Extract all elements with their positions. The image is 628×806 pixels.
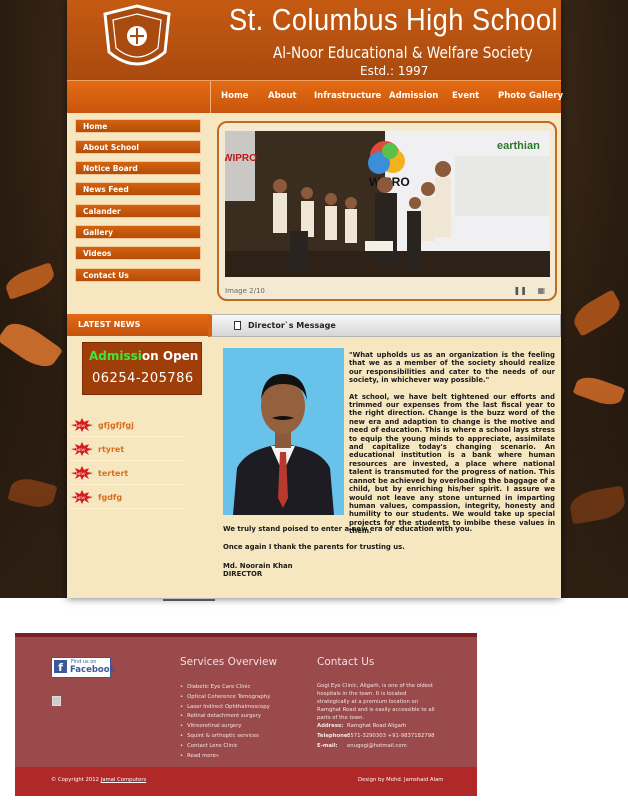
site-footer: f Find us on Facebook Services Overview … [15,633,477,796]
established-year: Estd.: 1997 [360,64,429,78]
service-item[interactable]: Contact Lens Clinic [180,742,270,752]
copyright-text: © Copyright 2012 Jamal Computers [51,777,146,783]
news-item[interactable]: NEW rtyret [71,442,186,461]
school-name: St. Columbus High School [229,2,558,37]
service-item[interactable]: Laser Indirect Ophthalmoscopy [180,703,270,713]
slide-wipro-left-text: WIPRO [225,153,257,164]
design-credit: Design by Mohd. Jamshaid Alam [358,777,444,783]
school-crest-logo [103,4,171,66]
slide-controls: ❚❚ ▦ [513,286,545,295]
admission-title-suffix: on Open [141,349,199,363]
grid-icon[interactable]: ▦ [537,286,545,295]
director-photo [223,348,344,515]
slide-banner-sub: earthian [497,140,540,152]
site-container: St. Columbus High School Al-Noor Educati… [67,0,563,598]
read-more-link[interactable]: Read more» [180,752,270,762]
slide-counter: Image 2/10 [225,287,265,295]
svg-text:NEW: NEW [76,471,86,476]
closing-line-1: We truly stand poised to enter a new era… [223,525,473,533]
facebook-name: Facebook [70,665,116,675]
broken-image-icon [52,696,61,706]
director-title: DIRECTOR [223,570,263,579]
sidebar-item-about-school[interactable]: About School [75,140,201,154]
nav-about[interactable]: About [268,91,297,101]
news-item[interactable]: NEW fgdfg [71,490,186,509]
director-message-closing: We truly stand poised to enter a new era… [223,525,553,579]
email-label: E-mail: [317,743,338,749]
slide-photo: WIPRO WIPRO earthian [225,131,550,277]
admission-banner[interactable]: Admission Open 06254-205786 [82,342,202,395]
slide-photo-scene: WIPRO WIPRO earthian [225,131,550,277]
footer-top-band [15,633,477,637]
site-header: St. Columbus High School Al-Noor Educati… [67,0,561,80]
service-item[interactable]: Vitreoretinal surgery [180,722,270,732]
director-portrait [223,348,344,515]
director-message-body: "What upholds us as an organization is t… [349,351,555,544]
director-paragraph: At school, we have belt tightened our ef… [349,392,555,536]
contact-email: E-mail: enugogi@hotmail.com [317,743,407,749]
sidebar-item-home[interactable]: Home [75,119,201,133]
telephone-label: Telephone: [317,733,350,739]
director-quote: "What upholds us as an organization is t… [349,351,555,385]
leaf-decoration [2,262,58,300]
contact-heading: Contact Us [317,656,375,668]
closing-line-2: Once again I thank the parents for trust… [223,543,405,552]
email-value[interactable]: enugogi@hotmail.com [347,743,407,749]
main-nav: Home About Infrastructure Admission Even… [67,80,563,113]
news-item[interactable]: NEW tertert [71,466,186,485]
sidebar-item-videos[interactable]: Videos [75,246,201,260]
service-item[interactable]: Squint & orthoptic services [180,732,270,742]
address-label: Address: [317,723,344,729]
latest-news-heading: LATEST NEWS [67,314,210,336]
copyright-prefix: © Copyright 2012 [51,777,100,783]
new-burst-icon: NEW [71,490,93,504]
admission-phone: 06254-205786 [92,371,194,386]
nav-home[interactable]: Home [221,91,249,101]
services-list: Diabetic Eye Care Clinic Optical Coheren… [180,683,270,761]
sidebar-item-news-feed[interactable]: News Feed [75,182,201,196]
pause-icon[interactable]: ❚❚ [513,286,526,295]
svg-text:NEW: NEW [76,447,86,452]
leaf-decoration [568,289,626,337]
facebook-icon: f [54,660,67,674]
sidebar-item-gallery[interactable]: Gallery [75,225,201,239]
nav-infrastructure[interactable]: Infrastructure [314,91,381,101]
telephone-value: 0571-3290303 +91-9837182798 [347,733,435,739]
service-item[interactable]: Retinal detachment surgery [180,712,270,722]
sidebar-item-contact-us[interactable]: Contact Us [75,268,201,282]
admission-title-prefix: Admissi [89,349,142,363]
image-slider[interactable]: WIPRO WIPRO earthian [217,121,557,301]
service-item[interactable]: Optical Coherence Tomography [180,693,270,703]
director-message-title: Director`s Message [248,321,336,330]
contact-telephone: Telephone:0571-3290303 +91-9837182798 [317,733,434,739]
svg-text:NEW: NEW [76,495,86,500]
news-item-title: tertert [98,469,129,478]
news-item-title: gfjgfjfgj [98,421,134,430]
contact-description: Gogi Eye Clinic, Aligarh, is one of the … [317,683,435,721]
svg-text:NEW: NEW [76,423,86,428]
services-heading: Services Overview [180,656,278,668]
director-message-header: Director`s Message [208,314,561,337]
news-item-title: fgdfg [98,493,123,502]
new-burst-icon: NEW [71,418,93,432]
service-item[interactable]: Diabetic Eye Care Clinic [180,683,270,693]
society-name: Al-Noor Educational & Welfare Society [273,43,533,62]
nav-admission[interactable]: Admission [389,91,438,101]
contact-address: Address: Ramghat Road Aligarh [317,723,406,729]
horizontal-scrollbar[interactable] [163,599,215,601]
address-value: Ramghat Road Aligarh [347,723,407,729]
copyright-link[interactable]: Jamal Computers [101,777,146,783]
nav-photo-gallery[interactable]: Photo Gallery [498,91,563,101]
sidebar-item-calander[interactable]: Calander [75,204,201,218]
document-icon [234,321,241,330]
news-item[interactable]: NEW gfjgfjfgj [71,418,186,437]
new-burst-icon: NEW [71,466,93,480]
sidebar-item-notice-board[interactable]: Notice Board [75,161,201,175]
director-name: Md. Noorain Khan [223,561,293,570]
admission-title: Admission Open [89,349,198,363]
new-burst-icon: NEW [71,442,93,456]
news-item-title: rtyret [98,445,125,454]
nav-event[interactable]: Event [452,91,479,101]
facebook-badge[interactable]: f Find us on Facebook [51,657,115,678]
